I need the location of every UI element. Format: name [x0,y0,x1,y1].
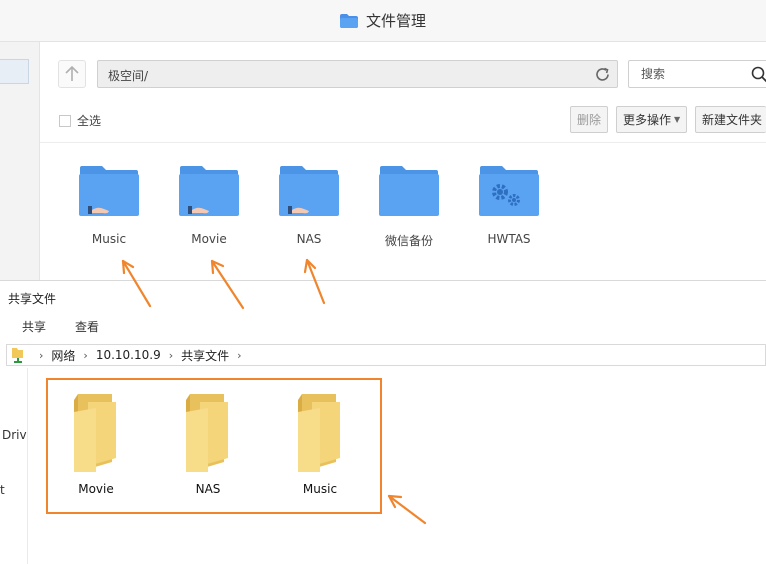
folder-wechat-backup[interactable]: 微信备份 [369,166,449,256]
share-folder-music[interactable]: Music [280,392,360,496]
up-button[interactable] [58,60,86,88]
select-all-label: 全选 [77,114,102,128]
delete-button-label: 删除 [577,113,602,127]
file-manager-window: 文件管理 极空间/ 全选 删除 更多操作 ▼ 新建文件夹 [0,0,766,280]
folder-label: NAS [195,482,221,496]
folder-movie[interactable]: Movie [169,166,249,256]
folder-label: NAS [296,232,322,246]
more-ops-label: 更多操作 [623,113,672,127]
arrow-up-icon [65,66,79,81]
network-folder-icon [12,348,23,363]
address-bar[interactable]: › 网络 › 10.10.10.9 › 共享文件 › [6,344,766,366]
breadcrumb-host[interactable]: 10.10.10.9 [96,348,161,362]
folder-label: Music [302,482,338,496]
more-ops-button[interactable]: 更多操作 ▼ [616,106,688,133]
explorer-window: 共享文件 共享 查看 › 网络 › 10.10.10.9 › 共享文件 › Dr… [0,280,766,564]
title-bar: 文件管理 [0,0,766,42]
path-text: 极空间/ [108,69,149,83]
shared-folder-icon [79,166,139,216]
breadcrumb-share[interactable]: 共享文件 [181,347,229,364]
ribbon-tab-view[interactable]: 查看 [75,318,99,335]
folder-icon [186,394,228,472]
folder-label: 微信备份 [384,234,433,248]
folder-icon [379,166,439,216]
folder-music[interactable]: Music [69,166,149,256]
folder-label: Music [91,232,127,246]
search-box [628,60,766,88]
navigation-pane: Driv t [0,368,28,564]
nav-item-drive[interactable]: Driv [2,428,27,442]
folder-label: Movie [191,232,227,246]
chevron-right-icon: › [237,348,242,362]
ribbon-tab-share[interactable]: 共享 [22,318,46,335]
folder-nas[interactable]: NAS [269,166,349,256]
new-folder-button[interactable]: 新建文件夹 [695,106,766,133]
sidebar-selected-item[interactable] [0,59,29,84]
shared-folder-icon [179,166,239,216]
select-all[interactable]: 全选 [59,112,101,129]
sidebar [0,42,40,280]
folder-icon [74,394,116,472]
new-folder-label: 新建文件夹 [702,113,763,127]
select-all-checkbox[interactable] [59,114,71,127]
chevron-right-icon: › [39,348,44,362]
folder-icon [339,13,358,28]
share-folder-movie[interactable]: Movie [56,392,136,496]
system-folder-gear-icon [479,166,539,216]
nav-item-partial[interactable]: t [0,483,5,497]
search-input[interactable] [629,61,739,87]
shared-folder-icon [279,166,339,216]
folder-icon [298,394,340,472]
refresh-icon[interactable] [594,66,611,83]
folder-label: Movie [78,482,114,496]
chevron-right-icon: › [168,348,174,362]
explorer-title: 共享文件 [8,292,57,306]
folder-hwtas[interactable]: HWTAS [469,166,549,256]
breadcrumb-network[interactable]: 网络 [51,347,75,364]
chevron-right-icon: › [83,348,88,362]
share-folder-nas[interactable]: NAS [168,392,248,496]
path-bar[interactable]: 极空间/ [97,60,618,88]
search-icon[interactable] [751,66,766,83]
delete-button[interactable]: 删除 [570,106,609,133]
caret-down-icon: ▼ [674,115,681,124]
window-title: 文件管理 [365,12,426,30]
divider [40,142,766,143]
folder-label: HWTAS [487,232,531,246]
